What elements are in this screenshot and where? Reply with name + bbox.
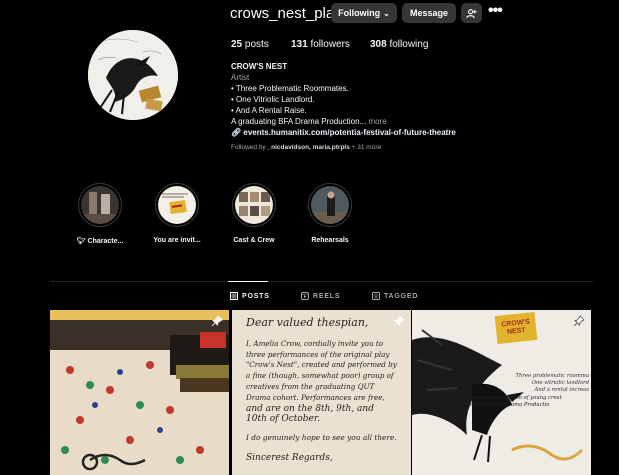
highlight-cover bbox=[158, 186, 196, 224]
highlight-ring bbox=[308, 183, 352, 227]
followers-stat[interactable]: 131 followers bbox=[291, 39, 350, 50]
followed-by-more: + 31 more bbox=[351, 144, 382, 151]
highlight-label: Rehearsals bbox=[311, 237, 349, 244]
pin-icon bbox=[211, 315, 223, 327]
invite-signoff: Sincerest Regards, bbox=[246, 452, 333, 463]
following-stat[interactable]: 308 following bbox=[370, 39, 428, 50]
followers-label: followers bbox=[310, 39, 350, 50]
following-button[interactable]: Following ⌄ bbox=[331, 3, 397, 23]
link-icon: 🔗︎ bbox=[231, 128, 242, 137]
invite-greeting: Dear valued thespian, bbox=[246, 316, 369, 329]
pin-icon bbox=[393, 315, 405, 327]
post-thumbnail-poster[interactable]: CROW'S NEST Three problematic roomma One… bbox=[412, 310, 591, 475]
invite-line: a fine (though, somewhat poor) group of bbox=[246, 371, 394, 381]
posts-stat: 25 posts bbox=[231, 39, 269, 50]
following-button-label: Following bbox=[338, 8, 381, 18]
poster-bottom-text: NEST explores the costs of exploitation … bbox=[418, 395, 588, 409]
message-button-label: Message bbox=[409, 8, 449, 18]
profile-username: crows_nest_play bbox=[230, 5, 342, 22]
profile-avatar[interactable] bbox=[88, 30, 178, 120]
suggest-people-button[interactable] bbox=[461, 3, 482, 23]
add-person-icon bbox=[466, 8, 477, 18]
bio-line: A graduating BFA Drama Production... bbox=[231, 117, 367, 126]
invite-line: Drama cohort. Performances are free, bbox=[246, 392, 385, 402]
bio-category: Artist bbox=[231, 73, 250, 82]
highlight-cover bbox=[311, 186, 349, 224]
invite-line: I, Amelia Crow, cordially invite you to bbox=[246, 338, 384, 348]
highlight-label: Cast & Crew bbox=[233, 237, 275, 244]
poster-line: Three problematic roomma bbox=[515, 373, 589, 379]
highlight-cover bbox=[235, 186, 273, 224]
tab-tagged[interactable]: TAGGED bbox=[372, 292, 418, 300]
invite-line: 10th of October. bbox=[246, 414, 321, 425]
following-label: following bbox=[389, 39, 429, 50]
crow-icon: 🐦︎ bbox=[76, 238, 86, 245]
bio-more-link[interactable]: more bbox=[368, 117, 386, 126]
poster-right-text: Three problematic roomma One vitriolic l… bbox=[509, 373, 589, 394]
more-options-icon[interactable]: ••• bbox=[488, 3, 506, 21]
posts-label: posts bbox=[244, 39, 269, 50]
invite-line: creatives from the graduating QUT bbox=[246, 381, 375, 391]
followed-by-prefix: Followed by bbox=[231, 144, 266, 151]
grid-icon bbox=[230, 292, 238, 300]
crow-illustration bbox=[88, 30, 178, 120]
highlight-rehearsals[interactable]: Rehearsals bbox=[295, 183, 365, 244]
highlight-ring bbox=[155, 183, 199, 227]
highlight-ring bbox=[232, 183, 276, 227]
tab-reels[interactable]: REELS bbox=[301, 292, 340, 300]
invite-line: and are on the 8th, 9th, and bbox=[246, 403, 374, 414]
followers-count: 131 bbox=[291, 39, 308, 50]
highlight-characters[interactable]: 🐦︎ Characte... bbox=[65, 183, 135, 245]
tab-label: TAGGED bbox=[384, 292, 419, 300]
message-button[interactable]: Message bbox=[402, 3, 456, 23]
tab-label: REELS bbox=[313, 292, 341, 300]
following-count: 308 bbox=[370, 39, 387, 50]
invite-line: three performances of the original play bbox=[246, 349, 390, 359]
poster-line: A graduating BFA Drama Productio bbox=[456, 402, 550, 408]
highlight-invite[interactable]: You are invit... bbox=[142, 183, 212, 244]
post-photo bbox=[50, 310, 229, 475]
followed-by[interactable]: Followed by _nicdavidson, maria.ptrpls +… bbox=[231, 144, 381, 151]
highlight-cast-crew[interactable]: Cast & Crew bbox=[219, 183, 289, 244]
pin-icon bbox=[573, 315, 585, 327]
post-thumbnail-invitation[interactable]: Dear valued thespian, I, Amelia Crow, co… bbox=[232, 310, 411, 475]
profile-bio: CROW'S NEST Artist • Three Problematic R… bbox=[231, 61, 511, 138]
followed-by-names: _nicdavidson, maria.ptrpls bbox=[267, 144, 350, 151]
highlight-ring bbox=[78, 183, 122, 227]
bio-external-link[interactable]: 🔗︎ events.humanitix.com/potentia-festiva… bbox=[231, 127, 511, 138]
poster-line: And a rental increas bbox=[534, 387, 589, 393]
poster-line: NEST explores the costs of exploitation … bbox=[418, 395, 562, 401]
invitation-letter: Dear valued thespian, I, Amelia Crow, co… bbox=[246, 316, 401, 464]
active-tab-indicator bbox=[228, 281, 268, 282]
poster-line: One vitriolic landlord bbox=[531, 380, 589, 386]
invite-line: I do genuinely hope to see you all there… bbox=[246, 433, 397, 443]
bio-line: • Three Problematic Roommates. bbox=[231, 84, 349, 93]
post-thumbnail-photo[interactable] bbox=[50, 310, 229, 475]
reels-icon bbox=[301, 292, 309, 300]
highlight-cover bbox=[81, 186, 119, 224]
chevron-down-icon: ⌄ bbox=[383, 8, 390, 18]
tab-label: POSTS bbox=[242, 292, 270, 300]
bio-name: CROW'S NEST bbox=[231, 62, 288, 71]
invite-line: "Crow's Nest", created and performed by bbox=[246, 360, 397, 370]
poster-badge-text: CROW'S NEST bbox=[500, 318, 531, 336]
tab-posts[interactable]: POSTS bbox=[230, 292, 270, 300]
bio-line: • One Vitriolic Landlord. bbox=[231, 95, 315, 104]
bio-link-text: events.humanitix.com/potentia-festival-o… bbox=[243, 128, 456, 137]
highlight-label: You are invit... bbox=[153, 237, 201, 244]
posts-count: 25 bbox=[231, 39, 243, 50]
tagged-icon bbox=[372, 292, 380, 300]
highlight-label: Characte... bbox=[87, 238, 124, 245]
bio-line: • And A Rental Raise. bbox=[231, 106, 307, 115]
tabs-divider bbox=[50, 281, 593, 282]
poster-badge: CROW'S NEST bbox=[494, 311, 538, 345]
